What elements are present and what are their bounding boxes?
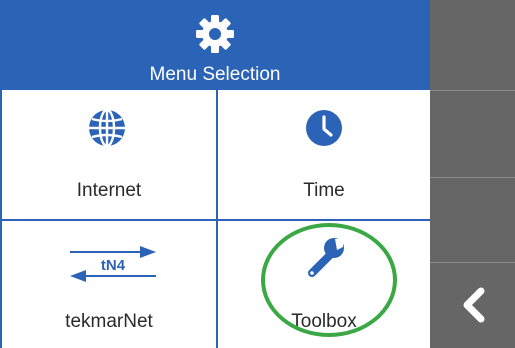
menu-item-label: Time [303, 180, 345, 201]
chevron-left-icon [463, 287, 485, 323]
menu-item-tekmarnet[interactable]: tN4 tekmarNet [2, 221, 216, 348]
sidebar [430, 0, 515, 348]
menu-item-toolbox[interactable]: Toolbox [218, 221, 430, 348]
menu-item-label: Toolbox [291, 311, 357, 332]
sidebar-divider [430, 177, 515, 178]
globe-icon [89, 108, 125, 148]
sidebar-divider [430, 90, 515, 91]
header: Menu Selection [0, 0, 430, 90]
gear-icon [196, 15, 234, 53]
clock-icon [306, 110, 342, 146]
menu-item-time[interactable]: Time [218, 92, 430, 219]
back-button[interactable] [430, 262, 515, 348]
menu-selection-screen: Menu Selection Internet Time tN4 tekmarN… [0, 0, 515, 348]
page-title: Menu Selection [149, 64, 281, 85]
wrench-icon [308, 238, 344, 277]
tekmarnet-icon-text: tN4 [101, 257, 126, 274]
tekmarnet-icon: tN4 [70, 246, 156, 282]
menu-item-label: Internet [76, 180, 142, 201]
menu-item-label: tekmarNet [65, 311, 153, 332]
menu-item-internet[interactable]: Internet [2, 92, 216, 219]
